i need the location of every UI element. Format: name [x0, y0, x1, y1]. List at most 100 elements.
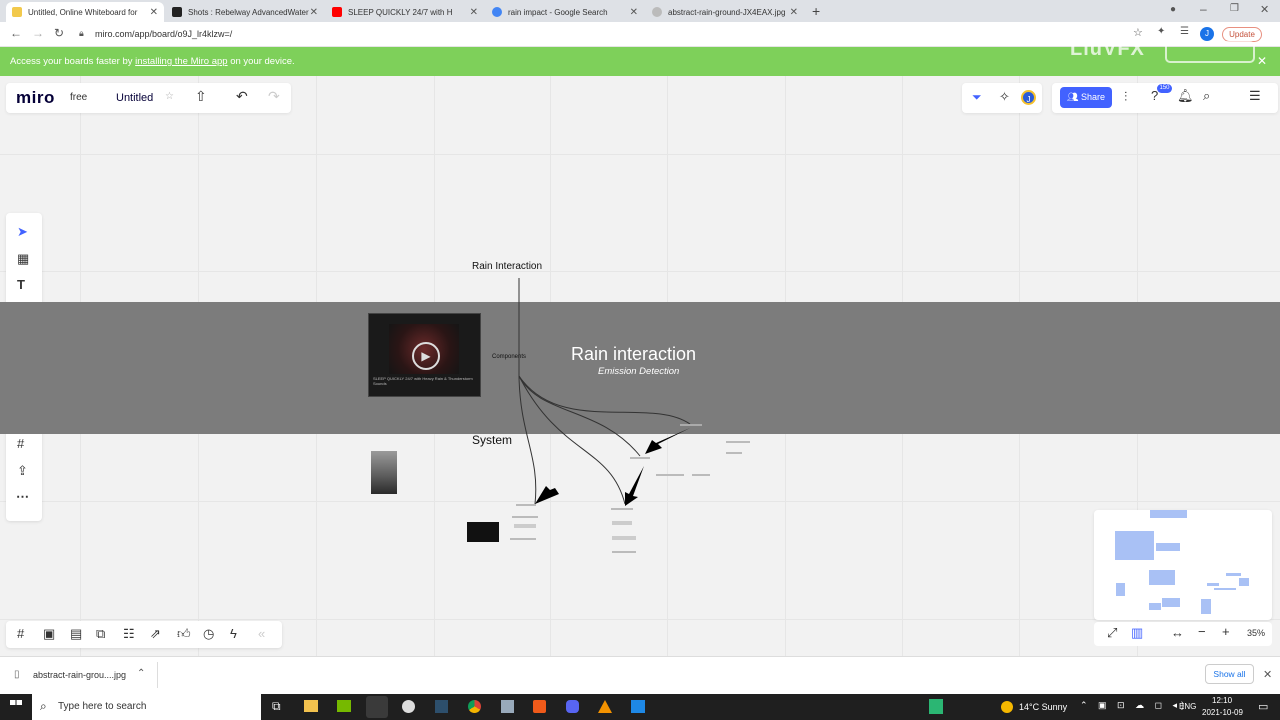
discord-icon[interactable]	[566, 700, 579, 713]
houdini-icon[interactable]	[533, 700, 546, 713]
tiny-node[interactable]	[510, 538, 536, 540]
bilibili-logo-icon	[1165, 41, 1255, 63]
frame-subtitle[interactable]: Emission Detection	[598, 366, 679, 377]
tiny-node[interactable]	[680, 424, 702, 426]
zoom-level[interactable]: 35%	[1247, 628, 1265, 638]
show-all-button[interactable]: Show all	[1205, 664, 1254, 684]
weather-text[interactable]: 14°C Sunny	[1019, 702, 1067, 712]
task-view-icon[interactable]: ⧉	[272, 699, 281, 714]
close-tab-icon[interactable]: ✕	[790, 7, 798, 18]
app-icon[interactable]	[631, 700, 645, 713]
tiny-node[interactable]	[612, 521, 632, 525]
tiny-node[interactable]	[514, 524, 536, 528]
zoom-out-icon[interactable]: −	[1198, 624, 1206, 639]
tiny-node[interactable]	[612, 551, 636, 553]
rain-ground-image[interactable]	[371, 451, 397, 494]
windows-start-icon[interactable]	[10, 700, 22, 712]
thumbs-up-icon[interactable]: 👍︎	[177, 626, 191, 642]
play-icon[interactable]: ▶	[412, 342, 440, 370]
taskbar-search[interactable]: ⌕ Type here to search	[32, 694, 261, 720]
collapse-icon[interactable]: «	[258, 626, 265, 641]
fit-width-icon[interactable]: ↔	[1171, 625, 1184, 640]
zoom-in-icon[interactable]: +	[1222, 624, 1230, 639]
tiny-node[interactable]	[726, 441, 750, 443]
lock-icon: 🔒︎	[79, 28, 84, 38]
video-embed[interactable]: ▶ SLEEP QUICKLY 24/7 with Heavy Rain & T…	[368, 313, 481, 397]
chevron-up-icon[interactable]: ⌃	[137, 668, 145, 679]
profile-avatar[interactable]: J	[1200, 27, 1214, 41]
close-downloads-icon[interactable]: ✕	[1263, 668, 1272, 681]
bolt-icon[interactable]: ϟ	[230, 626, 237, 641]
extensions-icon[interactable]: ✦	[1157, 26, 1165, 37]
app-icon[interactable]	[435, 700, 448, 713]
close-tab-icon[interactable]: ✕	[150, 7, 158, 18]
weather-sun-icon[interactable]	[1001, 701, 1013, 713]
tiny-node[interactable]	[512, 516, 538, 518]
presentation-icon[interactable]: ▣	[43, 626, 55, 642]
reload-icon[interactable]: ↻	[54, 26, 64, 40]
minimize-icon[interactable]: –	[1200, 2, 1207, 16]
close-banner-icon[interactable]: ✕	[1257, 54, 1267, 68]
map-icon[interactable]: ▥	[1131, 625, 1143, 641]
minimap[interactable]	[1094, 510, 1272, 620]
whiteboard-canvas[interactable]: miro free Untitled ☆ ⇧ ↶ ↷ ⏷ ✧ J 👥︎ Shar…	[0, 76, 1280, 656]
back-icon[interactable]: ←	[10, 26, 22, 40]
app-icon[interactable]	[402, 700, 415, 713]
system-label[interactable]: System	[472, 433, 512, 447]
clock-date[interactable]: 2021-10-09	[1202, 708, 1243, 717]
external-link-icon[interactable]: ⇗	[150, 626, 161, 642]
close-window-icon[interactable]: ✕	[1260, 3, 1269, 16]
maximize-icon[interactable]: ❐	[1230, 3, 1239, 14]
clock-time[interactable]: 12:10	[1212, 696, 1232, 705]
language-indicator[interactable]: ENG	[1179, 702, 1196, 711]
cards-icon[interactable]: ☷	[123, 626, 135, 642]
frame-title[interactable]: Rain interaction	[571, 344, 696, 365]
google-favicon-icon	[492, 7, 502, 17]
tab-google[interactable]: rain impact - Google Search ✕	[486, 2, 644, 22]
tab-search-icon[interactable]: ●	[1170, 4, 1176, 15]
tiny-node[interactable]	[612, 536, 636, 540]
screen-share-icon[interactable]: ⧉	[96, 626, 105, 642]
comments-icon[interactable]: ▤	[70, 626, 82, 642]
file-explorer-icon[interactable]	[304, 700, 318, 712]
tab-miro[interactable]: Untitled, Online Whiteboard for ✕	[6, 2, 164, 22]
frames-icon[interactable]: #	[17, 626, 24, 641]
rain-interaction-node[interactable]: Rain Interaction	[472, 261, 542, 272]
forward-icon[interactable]: →	[32, 26, 44, 40]
tab-youtube[interactable]: SLEEP QUICKLY 24/7 with H ✕	[326, 2, 484, 22]
tab-image[interactable]: abstract-rain-ground-JX4EAX.jpg ✕	[646, 2, 804, 22]
tiny-node[interactable]	[656, 474, 684, 476]
close-tab-icon[interactable]: ✕	[470, 7, 478, 18]
tiny-node[interactable]	[516, 504, 536, 506]
install-app-link[interactable]: installing the Miro app	[135, 56, 227, 67]
tiny-node[interactable]	[726, 452, 742, 454]
download-filename[interactable]: abstract-rain-grou....jpg	[33, 670, 126, 680]
zoom-controls: ⤢ ▥ ↔ − + 35%	[1094, 622, 1272, 646]
obs-icon[interactable]	[366, 696, 388, 718]
components-node[interactable]: Components	[492, 354, 526, 360]
youtube-favicon-icon	[332, 7, 342, 17]
tab-title: abstract-rain-ground-JX4EAX.jpg	[668, 7, 786, 17]
url-field[interactable]: miro.com/app/board/o9J_lr4klzw=/	[95, 29, 232, 39]
tiny-node[interactable]	[630, 457, 650, 459]
app-icon[interactable]	[501, 700, 514, 713]
close-tab-icon[interactable]: ✕	[630, 7, 638, 18]
app-icon[interactable]	[929, 699, 943, 714]
chrome-icon[interactable]	[468, 700, 481, 713]
timer-icon[interactable]: ◷	[203, 626, 214, 642]
tiny-node[interactable]	[611, 508, 633, 510]
nvidia-icon[interactable]	[337, 700, 351, 712]
close-tab-icon[interactable]: ✕	[310, 7, 318, 18]
tab-title: SLEEP QUICKLY 24/7 with H	[348, 7, 453, 17]
notifications-icon[interactable]: ▭	[1258, 700, 1268, 713]
fullscreen-icon[interactable]: ⤢	[1107, 625, 1117, 641]
dark-rain-image[interactable]	[467, 522, 499, 542]
reading-list-icon[interactable]: ☰	[1180, 26, 1189, 37]
tiny-node[interactable]	[692, 474, 710, 476]
update-button[interactable]: Update	[1222, 27, 1262, 42]
new-tab-icon[interactable]: +	[812, 3, 820, 19]
tray-icons[interactable]: ⌃ ▣ ⊡ ☁ ◻ ◂)	[1080, 700, 1188, 711]
vlc-icon[interactable]	[598, 700, 612, 713]
tab-title: Untitled, Online Whiteboard for	[28, 7, 138, 17]
tab-shots[interactable]: Shots : Rebelway AdvancedWater ✕	[166, 2, 324, 22]
